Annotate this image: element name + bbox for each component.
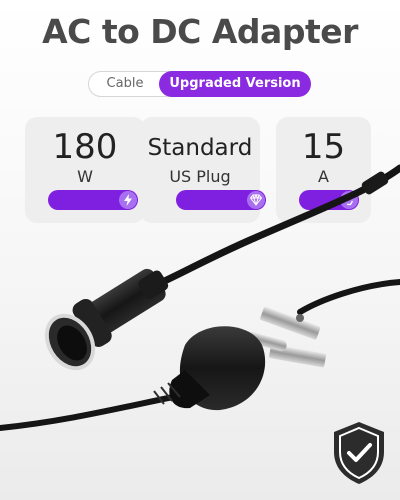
shield-check-icon [334, 422, 384, 484]
